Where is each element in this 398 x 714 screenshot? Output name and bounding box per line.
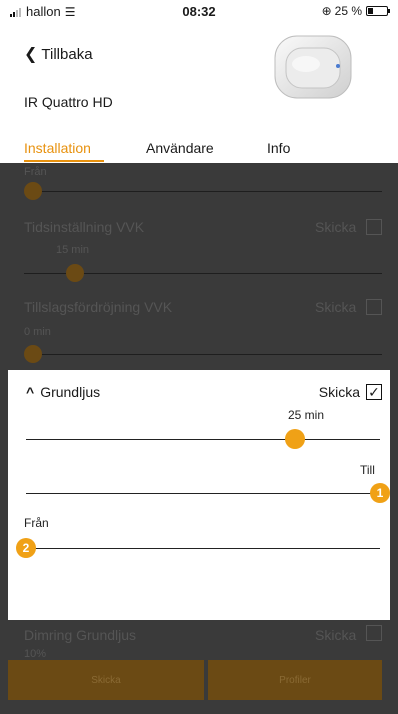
grundljus-collapse-toggle[interactable]: ^ Grundljus: [26, 384, 100, 400]
tab-info[interactable]: Info: [267, 140, 290, 156]
slider-value-dim: 15 min: [56, 244, 90, 256]
header: ❮ Tillbaka IR Quattro HD Installation An…: [0, 22, 398, 163]
slider-thumb-dim: [66, 264, 84, 282]
fran-slider-thumb[interactable]: 2: [16, 538, 36, 558]
till-slider-track[interactable]: [26, 493, 380, 494]
from-label-dim: Från: [24, 166, 47, 178]
checkmark-icon: ✓: [368, 384, 380, 400]
send-toggle: Skicka ✓: [319, 384, 382, 400]
grundljus-panel: ^ Grundljus Skicka ✓ 25 min Till 1 Från …: [8, 370, 390, 620]
till-slider-thumb[interactable]: 1: [370, 483, 390, 503]
battery-percent: 25 %: [334, 4, 362, 18]
send-label: Skicka: [315, 219, 357, 235]
device-image: [274, 35, 352, 99]
battery-icon: [366, 6, 390, 16]
active-tab-indicator: [24, 160, 104, 162]
send-checkbox-dim: [366, 219, 382, 235]
slider-value-dim: 10%: [24, 648, 47, 660]
slider-thumb-dim: [24, 182, 42, 200]
setting-label: Tillslagsfördröjning VVK: [24, 299, 173, 315]
send-checkbox[interactable]: ✓: [366, 384, 382, 400]
time-value-label: 25 min: [288, 408, 325, 422]
back-button[interactable]: ❮ Tillbaka: [24, 44, 93, 64]
send-label: Skicka: [318, 384, 360, 400]
tab-installation[interactable]: Installation: [24, 140, 91, 156]
send-label: Skicka: [315, 627, 357, 643]
device-title: IR Quattro HD: [24, 94, 113, 110]
panel-title: Grundljus: [40, 384, 101, 400]
send-label: Skicka: [315, 299, 357, 315]
time-slider-thumb[interactable]: [285, 429, 306, 449]
till-label: Till: [360, 463, 375, 477]
location-icon: ⊕: [321, 4, 332, 18]
status-right: ⊕ 25 %: [321, 4, 390, 18]
tab-bar: Installation Användare Info: [0, 140, 398, 164]
chevron-left-icon: ❮: [24, 46, 38, 63]
time-slider-track[interactable]: [26, 439, 380, 440]
slider-thumb-dim: [24, 345, 42, 363]
setting-label: Dimring Grundljus: [24, 627, 137, 643]
slider-track-dim: [24, 191, 382, 192]
slider-track-dim: [24, 354, 382, 355]
fran-slider-track[interactable]: [26, 548, 380, 549]
send-button-dim: Skicka: [8, 660, 204, 700]
back-label: Tillbaka: [41, 45, 93, 63]
slider-value-dim: 0 min: [24, 326, 51, 338]
fran-label: Från: [24, 516, 49, 530]
send-checkbox-dim: [366, 625, 382, 641]
send-checkbox-dim: [366, 299, 382, 315]
chevron-up-icon: ^: [26, 384, 35, 400]
profiles-button-dim: Profiler: [208, 660, 382, 700]
setting-label: Tidsinställning VVK: [24, 219, 145, 235]
tab-anvandare[interactable]: Användare: [146, 140, 214, 156]
status-bar: hallon ☰ 08:32 ⊕ 25 %: [0, 0, 398, 22]
